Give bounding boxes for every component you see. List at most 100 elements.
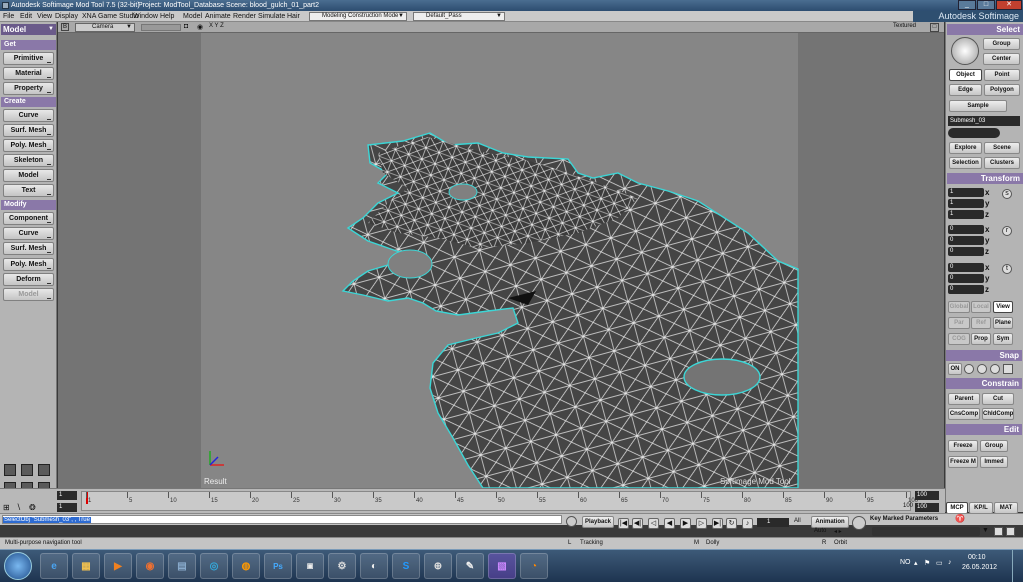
key-marked-parameters-button[interactable]: Key Marked Parameters: [870, 514, 945, 524]
menu-xna[interactable]: XNA Game Studio: [82, 12, 139, 21]
selection-name-field[interactable]: Submesh_03: [948, 116, 1020, 126]
translate-z-field[interactable]: 0: [948, 285, 984, 294]
timeline-ruler[interactable]: 1 5 10 15 20 25 30 35 40 45 50 55 60 65 70 75 80 85 90 95 10…: [81, 491, 918, 511]
menu-help[interactable]: Help: [160, 12, 174, 21]
scale-y-field[interactable]: 1: [948, 199, 984, 208]
sample-button[interactable]: Sample: [949, 100, 1007, 112]
tool-app-icon[interactable]: ⊕: [424, 553, 452, 579]
chldcomp-button[interactable]: ChldComp: [982, 408, 1014, 420]
primitive-button[interactable]: Primitive: [3, 52, 54, 65]
property-button[interactable]: Property: [3, 82, 54, 95]
axis-x-label[interactable]: x: [985, 225, 995, 234]
browser-icon[interactable]: ◎: [200, 553, 228, 579]
viewport-options-strip[interactable]: [141, 24, 181, 31]
eye-icon[interactable]: ◉: [197, 23, 203, 31]
component-button[interactable]: Component: [3, 212, 54, 225]
key-arrows-icon[interactable]: ◂ ▸: [834, 528, 842, 535]
menu-model[interactable]: Model: [183, 12, 202, 21]
prev-key-icon[interactable]: ◀|: [632, 518, 643, 529]
scene-button[interactable]: Scene: [984, 142, 1020, 154]
play-back-icon[interactable]: ◀: [664, 518, 675, 529]
viewport[interactable]: Result Softimage Mod Tool: [58, 33, 944, 488]
key-set-icon[interactable]: [994, 527, 1003, 536]
paint-icon[interactable]: ✎: [456, 553, 484, 579]
image-viewer-icon[interactable]: ▤: [168, 553, 196, 579]
axis-z-label[interactable]: z: [985, 247, 995, 256]
menu-file[interactable]: File: [3, 12, 14, 21]
maximize-viewport-icon[interactable]: □: [930, 23, 939, 32]
axis-x-label[interactable]: x: [985, 263, 995, 272]
close-button[interactable]: ✕: [996, 0, 1022, 10]
chevron-down-icon[interactable]: ▼: [982, 527, 989, 534]
axis-y-label[interactable]: y: [985, 274, 995, 283]
section-modify[interactable]: Modify: [1, 200, 56, 210]
tray-arrow-icon[interactable]: ▴: [914, 559, 918, 567]
loop-icon[interactable]: ↻: [726, 518, 737, 529]
pass-dropdown[interactable]: Default_Pass ▼: [413, 12, 505, 21]
material-button[interactable]: Material: [3, 67, 54, 80]
audio-icon[interactable]: ♪: [742, 518, 753, 529]
tool-icon[interactable]: ∖: [16, 503, 21, 512]
modify-model-button[interactable]: Model: [3, 288, 54, 301]
photoshop-icon[interactable]: Ps: [264, 553, 292, 579]
group-button[interactable]: Group: [983, 38, 1020, 50]
language-indicator[interactable]: NO: [900, 559, 911, 566]
explorer-icon[interactable]: ▦: [72, 553, 100, 579]
network-icon[interactable]: ▭: [936, 559, 943, 567]
cnscomp-button[interactable]: CnsComp: [948, 408, 980, 420]
first-frame-icon[interactable]: |◀: [618, 518, 629, 529]
disc-icon[interactable]: ◐: [360, 553, 388, 579]
clock-time[interactable]: 00:10: [968, 554, 986, 561]
translate-y-field[interactable]: 0: [948, 274, 984, 283]
snap-on-button[interactable]: ON: [948, 363, 962, 375]
auto-key-label[interactable]: Auto: [814, 528, 826, 534]
camera-icon[interactable]: ◘: [184, 23, 188, 30]
next-frame-icon[interactable]: ▷: [696, 518, 707, 529]
volume-icon[interactable]: ♪: [948, 559, 952, 566]
polygon-button[interactable]: Polygon: [984, 84, 1020, 96]
timeline-start-field[interactable]: 1: [57, 491, 77, 500]
explore-button[interactable]: Explore: [949, 142, 982, 154]
terrain-mesh[interactable]: [58, 33, 944, 488]
menu-simulate[interactable]: Simulate: [258, 12, 285, 21]
skype-icon[interactable]: S: [392, 553, 420, 579]
freeze-button[interactable]: Freeze: [948, 440, 978, 452]
maximize-button[interactable]: □: [977, 0, 995, 10]
steam-icon[interactable]: ⚙: [328, 553, 356, 579]
section-get[interactable]: Get: [1, 40, 56, 50]
global-button[interactable]: Global: [948, 301, 970, 313]
create-poly-mesh-button[interactable]: Poly. Mesh: [3, 139, 54, 152]
modify-poly-mesh-button[interactable]: Poly. Mesh: [3, 258, 54, 271]
prop-button[interactable]: Prop: [971, 333, 991, 345]
app-icon[interactable]: ◍: [232, 553, 260, 579]
timeline-current-field[interactable]: 1: [57, 503, 77, 512]
plane-button[interactable]: Plane: [993, 317, 1013, 329]
all-label[interactable]: All: [794, 518, 801, 524]
xbox-app-icon[interactable]: ▣: [296, 553, 324, 579]
clusters-button[interactable]: Clusters: [984, 157, 1020, 169]
edge-button[interactable]: Edge: [949, 84, 982, 96]
parent-button[interactable]: Parent: [948, 393, 980, 405]
axis-z-label[interactable]: z: [985, 285, 995, 294]
rotate-x-field[interactable]: 0: [948, 225, 984, 234]
command-input[interactable]: SelectObj "Submesh_03", , True: [2, 515, 562, 524]
layout-quad-icon[interactable]: [38, 464, 50, 476]
timeline-end2-field[interactable]: 100: [915, 503, 939, 512]
point-button[interactable]: Point: [984, 69, 1020, 81]
deform-button[interactable]: Deform: [3, 273, 54, 286]
blender-icon[interactable]: ◔: [520, 553, 548, 579]
rotate-z-field[interactable]: 0: [948, 247, 984, 256]
constrain-header[interactable]: Constrain: [946, 378, 1022, 389]
module-selector[interactable]: Model ▼: [1, 24, 56, 35]
axes-label[interactable]: X Y Z: [209, 23, 224, 29]
prev-frame-icon[interactable]: ◁: [648, 518, 659, 529]
select-header[interactable]: Select: [947, 24, 1023, 35]
scale-z-field[interactable]: 1: [948, 210, 984, 219]
translate-x-field[interactable]: 0: [948, 263, 984, 272]
sym-button[interactable]: Sym: [993, 333, 1013, 345]
modify-surf-mesh-button[interactable]: Surf. Mesh: [3, 242, 54, 255]
menu-render[interactable]: Render: [233, 12, 256, 21]
menu-view[interactable]: View: [37, 12, 52, 21]
key-icon-red[interactable]: ♈: [955, 514, 965, 523]
cut-button[interactable]: Cut: [982, 393, 1014, 405]
